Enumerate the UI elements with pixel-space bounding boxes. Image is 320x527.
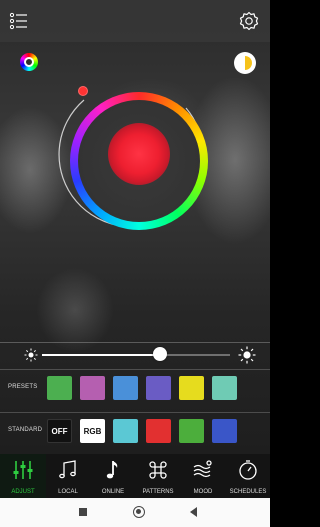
tab-label: SCHEDULES <box>229 489 267 495</box>
brightness-slider[interactable] <box>42 354 230 356</box>
sun-small-icon <box>24 348 38 362</box>
preset-swatch[interactable] <box>179 376 204 400</box>
standard-swatch[interactable] <box>146 419 171 443</box>
brightness-slider-row <box>0 342 270 366</box>
circle-icon[interactable] <box>133 506 145 518</box>
wheel-handle[interactable] <box>78 86 88 96</box>
standard-row: STANDARD OFF RGB <box>0 412 270 448</box>
bottom-tab-bar: ADJUST LOCAL ONLINE PATTERNS MOOD SCHEDULES <box>0 454 270 498</box>
preset-swatch[interactable] <box>47 376 72 400</box>
standard-swatch[interactable] <box>179 419 204 443</box>
preset-swatch[interactable] <box>113 376 138 400</box>
preset-swatch[interactable] <box>212 376 237 400</box>
standard-label: STANDARD <box>8 427 43 433</box>
standard-swatch[interactable] <box>212 419 237 443</box>
preset-swatch[interactable] <box>80 376 105 400</box>
preset-swatch[interactable] <box>146 376 171 400</box>
triangle-back-icon[interactable] <box>190 507 197 517</box>
slider-thumb[interactable] <box>153 347 168 361</box>
rgb-button[interactable]: RGB <box>80 419 105 443</box>
standard-swatch[interactable] <box>113 419 138 443</box>
top-bar <box>0 0 270 42</box>
app-screen: PRESETS STANDARD OFF RGB ADJUST LOCAL ONLI… <box>0 0 270 527</box>
slider-fill <box>42 354 161 356</box>
white-temperature-icon[interactable] <box>234 52 256 74</box>
gear-icon[interactable] <box>238 10 260 32</box>
sun-large-icon <box>238 346 256 364</box>
off-button[interactable]: OFF <box>47 419 72 443</box>
tab-schedules[interactable]: SCHEDULES <box>225 454 271 498</box>
square-icon[interactable] <box>79 508 87 516</box>
presets-label: PRESETS <box>8 384 38 390</box>
presets-row: PRESETS <box>0 369 270 405</box>
color-wheel-icon[interactable] <box>20 53 38 71</box>
system-nav-bar <box>0 498 270 527</box>
list-menu-icon[interactable] <box>8 10 30 32</box>
selected-color-preview <box>108 123 170 185</box>
